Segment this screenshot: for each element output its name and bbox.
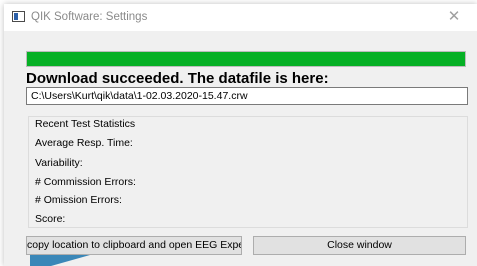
- datafile-path-field[interactable]: C:\Users\Kurt\qik\data\1-02.03.2020-15.4…: [26, 87, 468, 105]
- app-window-icon: [12, 11, 25, 22]
- stat-score: Score:: [35, 213, 66, 225]
- settings-dialog: QIK Software: Settings ✕ Download succee…: [4, 4, 477, 266]
- status-heading: Download succeeded. The datafile is here…: [26, 70, 329, 87]
- close-icon[interactable]: ✕: [445, 7, 463, 25]
- stats-group-title: Recent Test Statistics: [33, 118, 138, 130]
- decorative-accent: [30, 255, 90, 266]
- stat-commission-errors: # Commission Errors:: [35, 176, 136, 188]
- stat-average-resp-time: Average Resp. Time:: [35, 137, 133, 149]
- close-window-button[interactable]: Close window: [253, 236, 466, 255]
- progress-fill: [27, 52, 465, 66]
- copy-location-button[interactable]: copy location to clipboard and open EEG …: [26, 236, 242, 255]
- stat-omission-errors: # Omission Errors:: [35, 194, 122, 206]
- download-progress-bar: [26, 51, 466, 67]
- window-title: QIK Software: Settings: [31, 11, 148, 23]
- recent-test-statistics-group: Recent Test Statistics Average Resp. Tim…: [28, 116, 468, 228]
- stat-variability: Variability:: [35, 157, 83, 169]
- title-bar: QIK Software: Settings ✕: [4, 4, 477, 31]
